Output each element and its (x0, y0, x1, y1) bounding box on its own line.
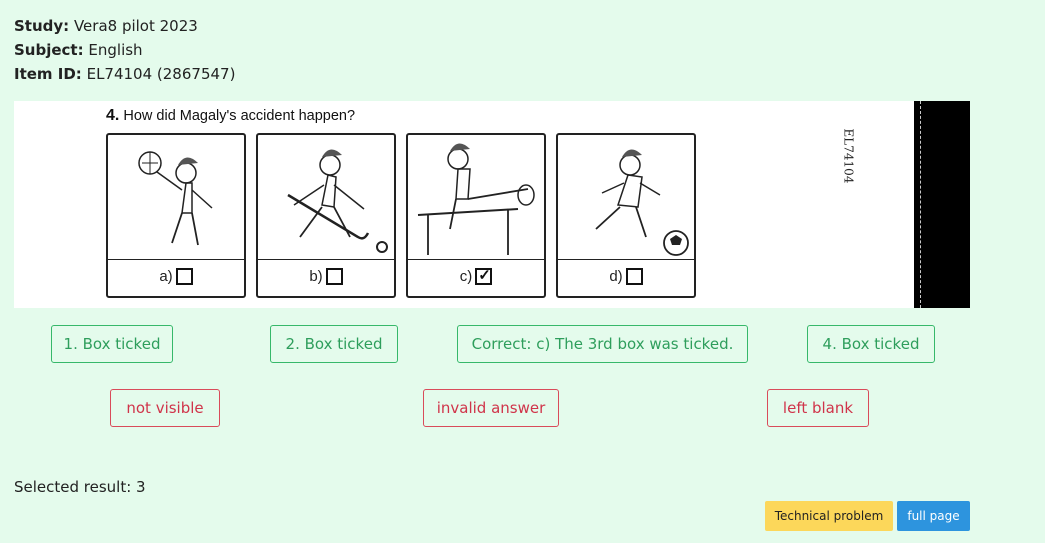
girl-hurdle-illustration (417, 143, 535, 255)
box-2-ticked-button[interactable]: 2. Box ticked (270, 325, 398, 363)
scan-side-id: EL74104 (841, 128, 856, 184)
scan-border-strip (914, 101, 970, 308)
girl-football-illustration (595, 149, 689, 256)
item-id-value: EL74104 (2867547) (86, 65, 236, 83)
answer-scan-image: 4. How did Magaly's accident happen? a) (14, 101, 970, 308)
not-visible-button[interactable]: not visible (110, 389, 220, 427)
question-text: 4. How did Magaly's accident happen? (106, 107, 356, 124)
checkbox-c: ✓ (475, 266, 493, 285)
study-value: Vera8 pilot 2023 (73, 17, 198, 35)
box-1-ticked-button[interactable]: 1. Box ticked (51, 325, 173, 363)
invalid-answer-button[interactable]: invalid answer (423, 389, 559, 427)
checkbox-a (175, 267, 193, 285)
left-blank-button[interactable]: left blank (767, 389, 869, 427)
panel-c: c) ✓ (406, 133, 546, 298)
choice-b: b) (258, 259, 394, 292)
checkbox-d (625, 267, 643, 285)
subject-value: English (88, 41, 143, 59)
subject-line: Subject: English (14, 41, 143, 59)
checkbox-b (325, 267, 343, 285)
study-line: Study: Vera8 pilot 2023 (14, 17, 198, 35)
choice-a: a) (108, 259, 244, 292)
technical-problem-button[interactable]: Technical problem (765, 501, 893, 531)
correct-box-3-ticked-button[interactable]: Correct: c) The 3rd box was ticked. (457, 325, 748, 363)
selected-result-text: Selected result: 3 (14, 478, 146, 496)
choice-d: d) (558, 259, 694, 292)
item-metadata: Study: Vera8 pilot 2023 Subject: English… (14, 14, 235, 86)
choice-panels: a) b) c) ✓ d) (106, 133, 706, 298)
item-id-line: Item ID: EL74104 (2867547) (14, 65, 236, 83)
panel-a: a) (106, 133, 246, 298)
choice-c: c) ✓ (408, 259, 544, 292)
panel-b: b) (256, 133, 396, 298)
girl-hockey-illustration (287, 149, 388, 253)
box-4-ticked-button[interactable]: 4. Box ticked (807, 325, 935, 363)
full-page-button[interactable]: full page (897, 501, 970, 531)
panel-d: d) (556, 133, 696, 298)
girl-handball-illustration (138, 151, 213, 246)
tick-mark-icon: ✓ (478, 266, 491, 284)
